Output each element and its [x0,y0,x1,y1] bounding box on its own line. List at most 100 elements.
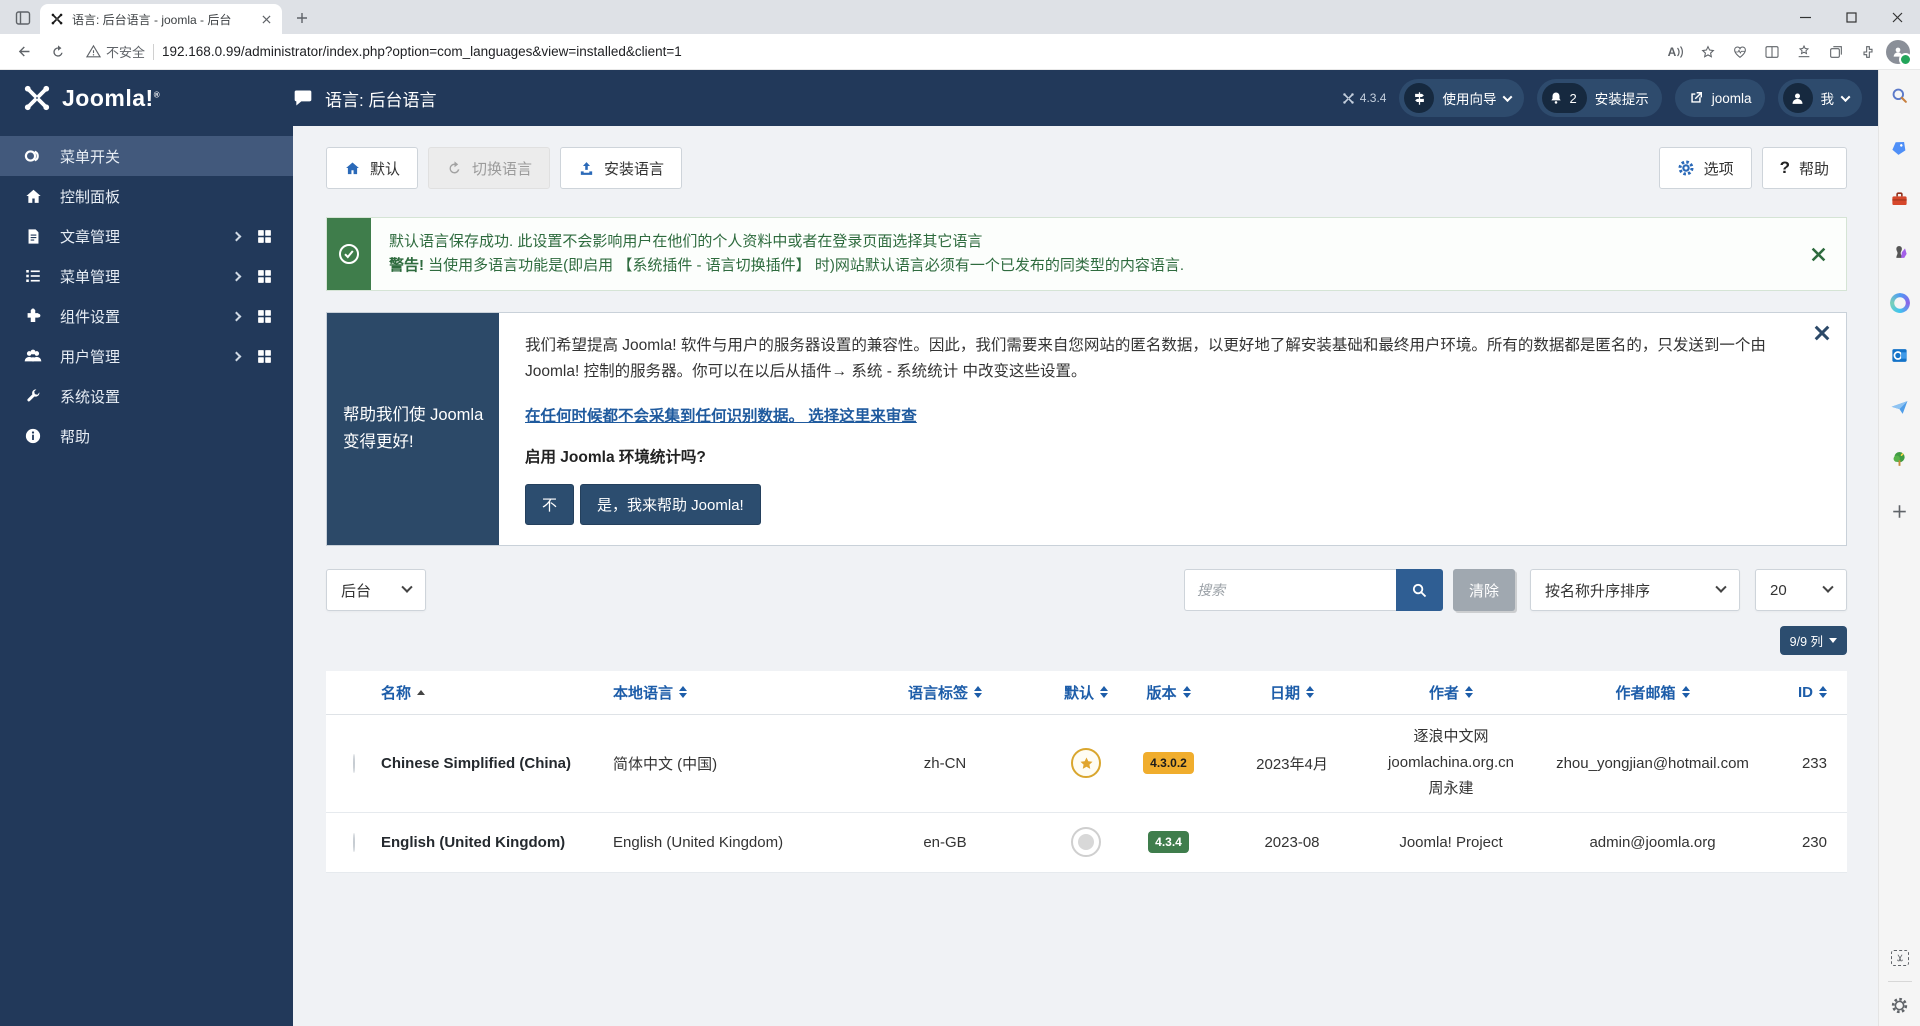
alert-close-icon[interactable] [1791,247,1846,262]
sidebar-item-menus[interactable]: 菜单管理 [0,256,293,296]
set-default-button[interactable] [1071,827,1101,857]
favorite-star-icon[interactable] [1694,38,1722,66]
settings-icon[interactable] [1889,994,1911,1016]
stats-yes-button[interactable]: 是，我来帮助 Joomla! [580,484,761,525]
sort-select[interactable]: 按名称升序排序 [1530,569,1740,611]
help-button[interactable]: ? 帮助 [1762,147,1847,189]
home-icon [22,187,44,206]
default-button[interactable]: 默认 [326,147,418,189]
favorites-bar-icon[interactable] [1790,38,1818,66]
page-size-select[interactable]: 20 [1755,569,1847,611]
collections-icon[interactable] [1822,38,1850,66]
stats-review-link[interactable]: 在任何时候都不会采集到任何识别数据。 选择这里来审查 [525,404,917,426]
header-version[interactable]: 版本 [1131,671,1206,714]
profile-avatar[interactable] [1886,40,1910,64]
options-button[interactable]: 选项 [1659,147,1752,189]
screenshot-icon[interactable] [1889,947,1911,969]
sidebar-item-users[interactable]: 用户管理 [0,336,293,376]
split-screen-icon[interactable] [1758,38,1786,66]
row-radio[interactable] [353,833,355,852]
stats-close-icon[interactable] [1814,325,1830,341]
columns-toggle-button[interactable]: 9/9 列 [1780,626,1847,655]
home-icon [344,160,361,177]
grid-icon[interactable] [256,228,273,245]
grid-icon[interactable] [256,268,273,285]
joomla-logo-icon [22,83,52,113]
guided-tour-button[interactable]: 使用向导 [1399,79,1524,117]
header-date[interactable]: 日期 [1206,671,1378,714]
table-header-row: 名称 本地语言 语言标签 默认 版本 日期 作者 作者邮箱 ID [326,671,1847,714]
refresh-icon [446,160,463,177]
site-security[interactable]: 不安全 [86,42,145,61]
address-bar: 不安全 192.168.0.99/administrator/index.php… [0,34,1920,70]
sidebar-item-components[interactable]: 组件设置 [0,296,293,336]
back-icon[interactable] [10,38,38,66]
switch-language-button[interactable]: 切换语言 [428,147,550,189]
table-row: English (United Kingdom) English (United… [326,812,1847,872]
extensions-icon[interactable] [1854,38,1882,66]
alert-line-1: 默认语言保存成功. 此设置不会影响用户在他们的个人资料中或者在登录页面选择其它语… [389,230,1773,254]
header-native[interactable]: 本地语言 [613,671,849,714]
sort-icon [1819,686,1827,698]
copilot-icon[interactable] [1889,292,1911,314]
header-email[interactable]: 作者邮箱 [1524,671,1781,714]
author-email: admin@joomla.org [1524,812,1781,872]
notifications-button[interactable]: 2 安装提示 [1537,79,1661,117]
search-icon [1411,582,1428,599]
sidebar-item-menu-toggle[interactable]: 菜单开关 [0,136,293,176]
joomla-logo[interactable]: Joomla!® [0,70,293,126]
close-window-button[interactable] [1874,0,1920,34]
install-language-button[interactable]: 安装语言 [560,147,682,189]
gear-icon [1677,159,1695,177]
clear-button[interactable]: 清除 [1453,569,1515,611]
language-name: Chinese Simplified (China) [381,755,571,772]
tab-workspaces-icon[interactable] [8,4,38,32]
languages-table: 名称 本地语言 语言标签 默认 版本 日期 作者 作者邮箱 ID Chines [326,671,1847,873]
header-name[interactable]: 名称 [381,671,613,714]
user-menu-button[interactable]: 我 [1778,79,1863,117]
header-author[interactable]: 作者 [1378,671,1524,714]
outlook-icon[interactable] [1889,344,1911,366]
default-language-star-button[interactable] [1071,748,1101,778]
header-id[interactable]: ID [1781,671,1847,714]
new-tab-button[interactable] [288,4,316,32]
chevron-down-icon [1822,582,1833,593]
stats-no-button[interactable]: 不 [525,484,574,525]
add-panel-icon[interactable] [1889,500,1911,522]
shopping-icon[interactable] [1889,136,1911,158]
grid-icon[interactable] [256,348,273,365]
author-email: zhou_yongjian@hotmail.com [1524,714,1781,812]
sidebar-item-system[interactable]: 系统设置 [0,376,293,416]
view-site-button[interactable]: joomla [1675,79,1765,117]
drop-icon[interactable] [1889,396,1911,418]
url-field[interactable]: 不安全 192.168.0.99/administrator/index.php… [86,42,1656,61]
tree-icon[interactable] [1889,448,1911,470]
sidebar-item-content[interactable]: 文章管理 [0,216,293,256]
grid-icon[interactable] [256,308,273,325]
header-default[interactable]: 默认 [1041,671,1131,714]
search-icon[interactable] [1889,84,1911,106]
maximize-button[interactable] [1828,0,1874,34]
refresh-icon[interactable] [44,38,72,66]
upload-icon [578,160,595,177]
window-controls [1782,0,1920,34]
header-tag[interactable]: 语言标签 [849,671,1041,714]
logo-wordmark: Joomla!® [62,85,160,112]
browser-essentials-icon[interactable] [1726,38,1754,66]
sidebar-item-dashboard[interactable]: 控制面板 [0,176,293,216]
toolbar: 默认 切换语言 安装语言 选项 ? 帮助 [326,147,1847,189]
games-icon[interactable] [1889,240,1911,262]
joomla-favicon [50,12,64,26]
puzzle-icon [22,307,44,325]
search-button[interactable] [1396,569,1443,611]
read-aloud-icon[interactable]: A [1662,38,1690,66]
search-input[interactable] [1184,569,1396,611]
tab-close-icon[interactable] [258,11,274,27]
toolbox-icon[interactable] [1889,188,1911,210]
browser-tab[interactable]: 语言: 后台语言 - joomla - 后台 [40,4,282,34]
version-label: 4.3.4 [1342,91,1387,105]
client-select[interactable]: 后台 [326,569,426,611]
sidebar-item-help[interactable]: 帮助 [0,416,293,456]
minimize-button[interactable] [1782,0,1828,34]
row-radio[interactable] [353,754,355,773]
